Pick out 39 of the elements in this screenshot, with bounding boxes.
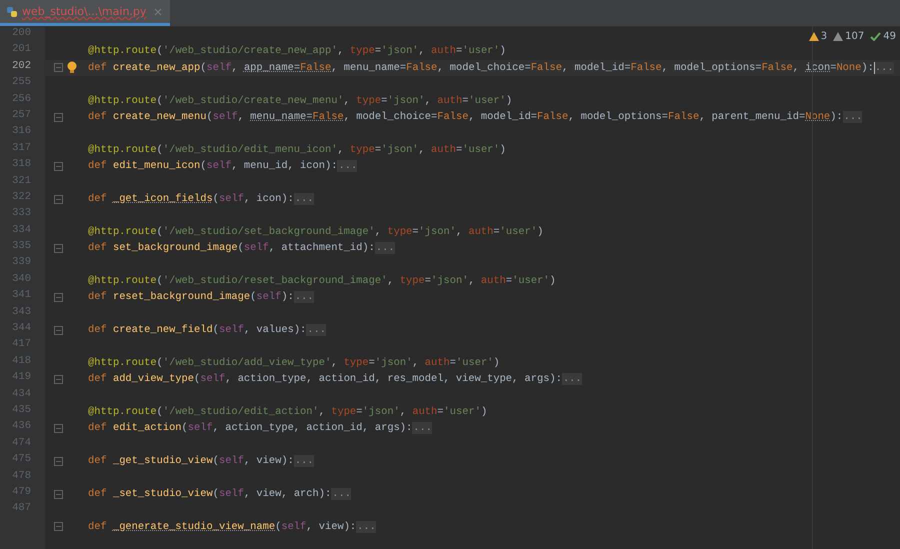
lightbulb-icon[interactable] [67,61,77,74]
warning-icon [833,32,844,41]
fold-icon[interactable] [54,490,63,499]
inspection-count[interactable]: 3 [808,31,828,42]
inspection-count[interactable]: 107 [833,31,864,42]
fold-icon[interactable] [54,456,63,466]
close-icon[interactable] [154,8,162,16]
fold-icon[interactable] [54,522,63,532]
inspection-count[interactable]: 49 [870,31,896,42]
fold-icon[interactable] [54,194,63,204]
code-line: def reset_background_image(self):... [88,290,314,306]
warning-icon [808,32,819,41]
code-line: @http.route('/web_studio/add_view_type', type='json', auth='user') [88,356,500,371]
checkmark-icon [870,32,882,41]
fold-icon[interactable] [54,162,63,171]
code-line: def _set_studio_view(self, view, arch):... [88,486,351,502]
code-line: @http.route('/web_studio/create_new_app', type='json', auth='user') [88,44,506,60]
fold-icon[interactable] [54,244,63,253]
fold-icon[interactable] [54,326,63,335]
code-line: def _get_studio_view(self, view):... [88,454,314,470]
code-line: @http.route('/web_studio/edit_menu_icon', type='json', auth='user') [88,142,506,158]
code-line: @http.route('/web_studio/create_new_menu', type='json', auth='user') [88,94,512,109]
code-line: def edit_menu_icon(self, menu_id, icon):... [88,159,358,174]
code-line: def create_new_field(self, values):... [88,323,326,338]
fold-icon[interactable] [54,292,63,302]
code-line: def edit_action(self, action_type, action_id, args):... [88,421,432,436]
fold-icon[interactable] [54,112,63,122]
code-line: def _generate_studio_view_name(self, view):... [88,520,376,535]
line-number: 202 [11,60,32,74]
code-line: @http.route('/web_studio/edit_action', type='json', auth='user') [88,404,488,420]
fold-icon[interactable] [54,63,63,72]
fold-icon[interactable] [54,424,63,434]
code-line: def _get_icon_fields(self, icon):... [88,192,314,207]
code-line: @http.route('/web_studio/reset_background_image', type='json', auth='user') [88,274,556,289]
code-line: def add_view_type(self, action_type, action_id, res_model, view_type, args):... [88,372,582,388]
code-line: @http.route('/web_studio/set_background_image', type='json', auth='user') [88,224,544,240]
python-file-icon [6,6,18,18]
fold-icon[interactable] [54,374,63,384]
code-line: def set_background_image(self, attachment_id):... [88,241,395,256]
